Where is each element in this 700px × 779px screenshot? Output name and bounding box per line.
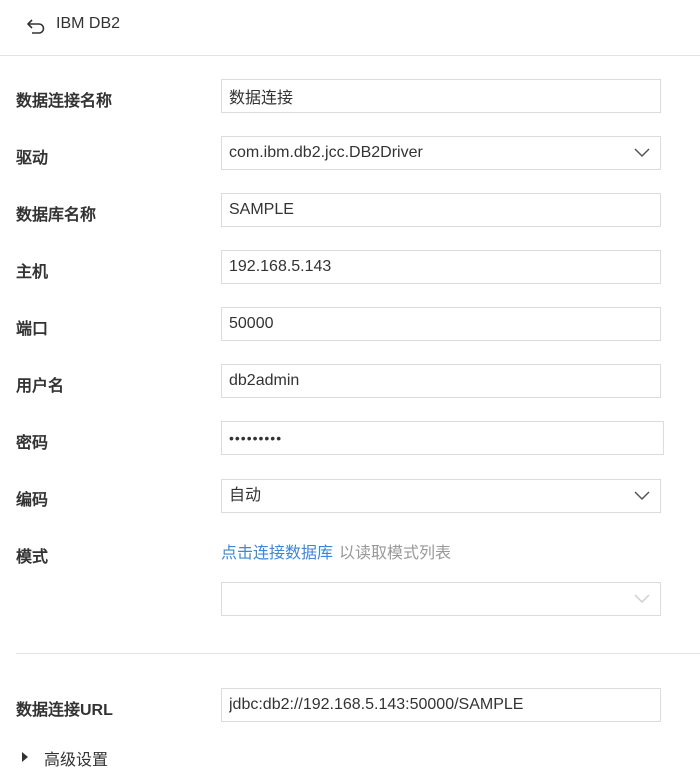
- chevron-down-icon: [634, 148, 650, 158]
- database-name-input[interactable]: [221, 193, 661, 227]
- connection-name-label: 数据连接名称: [16, 93, 113, 110]
- advanced-settings-label: 高级设置: [44, 752, 109, 769]
- driver-label: 驱动: [16, 150, 49, 167]
- connection-name-input[interactable]: [221, 79, 661, 113]
- driver-select[interactable]: com.ibm.db2.jcc.DB2Driver: [221, 136, 661, 170]
- schema-hint-text: 以读取模式列表: [339, 545, 452, 562]
- port-input[interactable]: [221, 307, 661, 341]
- schema-label: 模式: [16, 549, 49, 566]
- username-input[interactable]: [221, 364, 661, 398]
- connect-database-link[interactable]: 点击连接数据库: [221, 545, 333, 562]
- password-label: 密码: [16, 435, 49, 452]
- encoding-label: 编码: [16, 492, 49, 509]
- chevron-down-icon: [634, 491, 650, 501]
- password-input[interactable]: •••••••••: [221, 421, 664, 455]
- schema-select[interactable]: [221, 582, 661, 616]
- url-label: 数据连接URL: [16, 702, 113, 719]
- schema-hint: 点击连接数据库 以读取模式列表: [221, 539, 451, 563]
- encoding-select[interactable]: 自动: [221, 479, 661, 513]
- port-label: 端口: [16, 321, 49, 338]
- page-title: IBM DB2: [56, 15, 121, 32]
- caret-right-icon: [22, 752, 28, 762]
- driver-value: com.ibm.db2.jcc.DB2Driver: [229, 144, 423, 161]
- page-header: IBM DB2: [0, 0, 700, 56]
- back-icon[interactable]: [26, 17, 46, 35]
- username-label: 用户名: [16, 378, 65, 395]
- chevron-down-icon: [634, 594, 650, 604]
- host-label: 主机: [16, 264, 49, 281]
- section-divider: [16, 653, 700, 654]
- encoding-value: 自动: [229, 487, 262, 504]
- password-value: •••••••••: [229, 430, 283, 446]
- host-input[interactable]: [221, 250, 661, 284]
- database-name-label: 数据库名称: [16, 207, 97, 224]
- url-input[interactable]: [221, 688, 661, 722]
